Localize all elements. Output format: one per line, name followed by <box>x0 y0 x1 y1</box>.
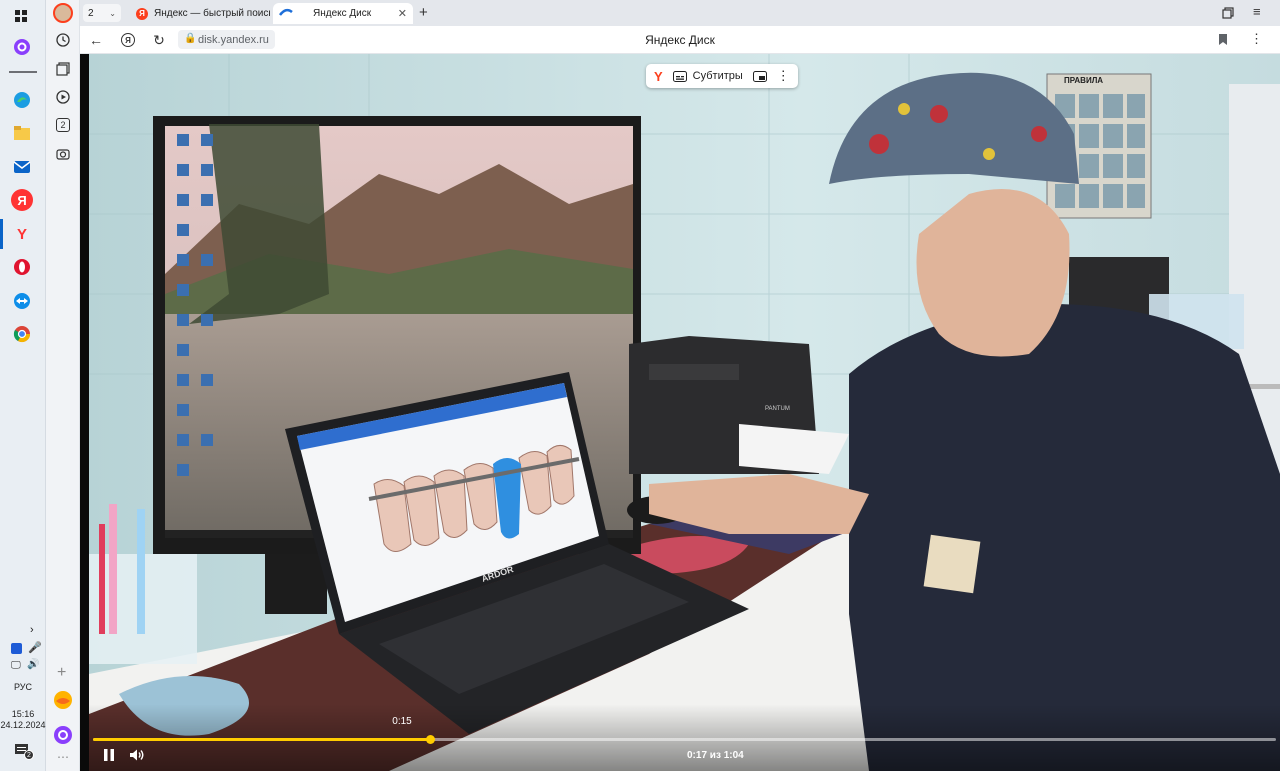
windows-taskbar: Я Y › 🎤 🖵 🔊 РУС 15:16 24.12.2024 2 <box>0 0 46 771</box>
progress-bar[interactable] <box>93 735 1276 744</box>
subtitles-label: Субтитры <box>692 70 743 82</box>
address-bar: ← Я ↻ 🔒 disk.yandex.ru Яндекс Диск ⋮ <box>80 26 1280 54</box>
collections-icon[interactable] <box>54 60 72 78</box>
tab-label: Яндекс Диск <box>313 8 372 19</box>
volume-icon[interactable]: 🔊 <box>27 659 39 670</box>
video-player[interactable]: ПРАВИЛА ARDOR PANTUM Y Субтитры ⋮ 0:15 0… <box>89 54 1280 771</box>
tab-counter[interactable]: 2 ⌄ <box>83 4 121 22</box>
disk-app-icon[interactable] <box>53 690 73 710</box>
browser-sidebar: 2 + ⋯ <box>46 0 80 771</box>
video-frame <box>89 54 1280 771</box>
hover-time-tooltip: 0:15 <box>392 716 412 727</box>
menu-icon[interactable]: ≡ <box>1253 4 1261 19</box>
more-options-icon[interactable]: ⋮ <box>777 68 790 84</box>
bookmark-icon[interactable] <box>1218 33 1228 51</box>
video-border <box>80 54 89 771</box>
printer-brand: PANTUM <box>765 406 790 412</box>
active-app-indicator <box>0 219 3 249</box>
notifications-icon[interactable]: 2 <box>14 742 34 760</box>
yandex-tray-icon[interactable] <box>11 643 22 654</box>
progress-fill <box>93 738 430 741</box>
subtitles-button[interactable]: Субтитры <box>672 70 743 82</box>
clock-date[interactable]: 24.12.2024 <box>0 720 46 730</box>
page-menu-icon[interactable]: ⋮ <box>1250 31 1263 47</box>
picture-in-picture-icon[interactable] <box>752 70 767 82</box>
screenshot-icon[interactable] <box>54 145 72 163</box>
teamviewer-icon[interactable] <box>11 290 33 312</box>
video-overlay-toolbar: Y Субтитры ⋮ <box>646 64 798 88</box>
volume-control-icon[interactable] <box>129 748 145 765</box>
yandex-app-icon[interactable]: Я <box>11 189 33 211</box>
microphone-icon[interactable]: 🎤 <box>28 641 42 654</box>
alice-sidebar-icon[interactable] <box>53 725 73 745</box>
alice-icon[interactable] <box>11 36 33 58</box>
tab-yandex-disk[interactable]: Яндекс Диск ✕ <box>273 3 413 24</box>
windows-start-icon[interactable] <box>15 9 27 22</box>
close-tab-icon[interactable]: ✕ <box>398 7 407 20</box>
yandex-y-icon[interactable]: Y <box>654 69 663 84</box>
taskbar-divider <box>9 71 37 73</box>
add-panel-icon[interactable]: + <box>57 664 66 682</box>
mail-icon[interactable] <box>11 156 33 178</box>
subtitles-icon <box>672 70 687 82</box>
network-icon[interactable]: 🖵 <box>11 660 21 671</box>
chrome-icon[interactable] <box>11 323 33 345</box>
notification-count: 2 <box>24 750 34 760</box>
disk-favicon-icon <box>279 7 293 20</box>
file-explorer-icon[interactable] <box>11 122 33 144</box>
clock-time[interactable]: 15:16 <box>0 709 46 719</box>
more-icon[interactable]: ⋯ <box>57 750 69 764</box>
yandex-favicon-icon: Я <box>136 7 148 20</box>
yandex-browser-icon[interactable]: Y <box>11 223 33 245</box>
edge-icon[interactable] <box>11 89 33 111</box>
video-icon[interactable] <box>54 88 72 106</box>
new-tab-button[interactable]: + <box>419 4 428 21</box>
player-controls: 0:15 0:17 из 1:04 <box>89 704 1280 771</box>
screen: Я Y › 🎤 🖵 🔊 РУС 15:16 24.12.2024 2 2 + ⋯… <box>0 0 1280 771</box>
time-display: 0:17 из 1:04 <box>687 750 744 761</box>
chevron-down-icon: ⌄ <box>109 8 116 18</box>
tabs-badge[interactable]: 2 <box>54 116 72 134</box>
tab-bar: 2 ⌄ Я Яндекс — быстрый поиск Яндекс Диск… <box>80 0 1280 26</box>
pause-icon[interactable] <box>103 748 115 765</box>
tray-expand-icon[interactable]: › <box>30 624 34 636</box>
language-indicator[interactable]: РУС <box>0 682 46 692</box>
tab-manager-icon[interactable] <box>1222 6 1234 24</box>
progress-handle[interactable] <box>426 735 435 744</box>
tabs-badge-count: 2 <box>56 118 70 132</box>
tab-yandex-search[interactable]: Я Яндекс — быстрый поиск <box>130 3 270 24</box>
profile-avatar[interactable] <box>53 3 73 23</box>
poster-title: ПРАВИЛА <box>1064 76 1104 85</box>
page-title: Яндекс Диск <box>645 33 715 47</box>
tab-count: 2 <box>88 7 94 19</box>
tab-label: Яндекс — быстрый поиск <box>154 8 270 19</box>
opera-icon[interactable] <box>11 256 33 278</box>
history-icon[interactable] <box>54 31 72 49</box>
